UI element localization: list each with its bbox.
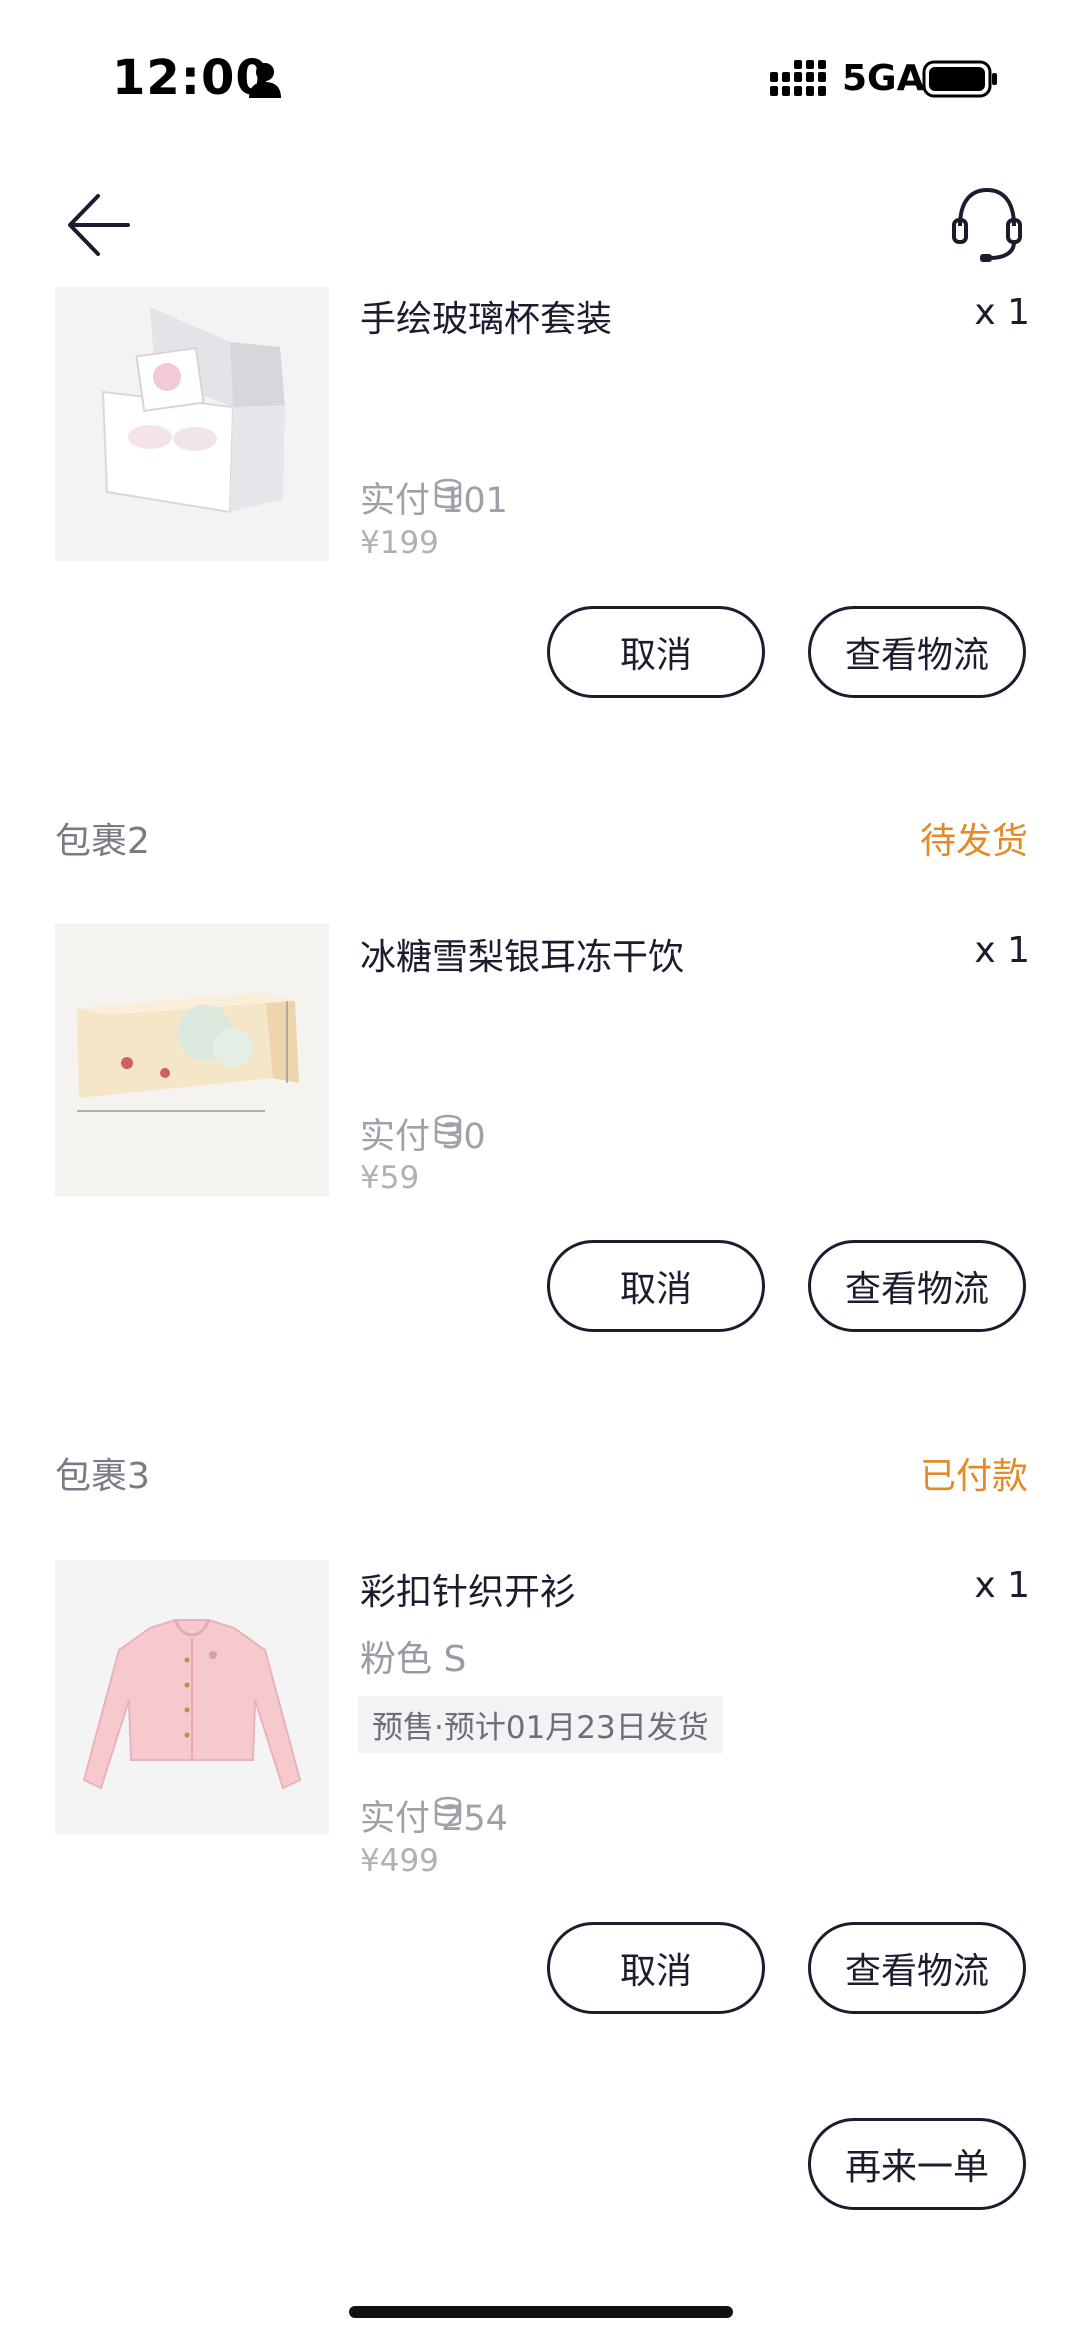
coins-icon	[434, 1114, 462, 1145]
product-title[interactable]: 手绘玻璃杯套装	[360, 290, 612, 342]
coins-icon	[434, 1796, 462, 1827]
gift-box-image	[55, 287, 329, 561]
product-variant: 粉色 S	[360, 1639, 467, 1680]
original-price: ¥59	[360, 1160, 420, 1196]
cardigan-image	[55, 1560, 329, 1834]
drink-box-image	[55, 923, 329, 1197]
battery-icon	[922, 60, 997, 98]
headset-icon[interactable]	[950, 184, 1024, 266]
product-image-cardigan[interactable]	[55, 1560, 329, 1834]
product-image-glass-cup-set[interactable]	[55, 287, 329, 561]
quantity: x 1	[974, 292, 1030, 333]
arrow-left-icon[interactable]	[62, 190, 132, 260]
view-logistics-button[interactable]: 查看物流	[808, 606, 1026, 698]
status-time: 12:00	[112, 50, 270, 106]
paid-amount: 实付 30	[360, 1117, 486, 1157]
cancel-button[interactable]: 取消	[547, 1240, 765, 1332]
product-image-drink-box[interactable]	[55, 923, 329, 1197]
network-type: 5GA	[842, 58, 925, 99]
cancel-button[interactable]: 取消	[547, 1922, 765, 2014]
reorder-button[interactable]: 再来一单	[808, 2118, 1026, 2210]
product-title[interactable]: 彩扣针织开衫	[360, 1563, 576, 1615]
quantity: x 1	[974, 1565, 1030, 1606]
view-logistics-button[interactable]: 查看物流	[808, 1240, 1026, 1332]
presale-tag: 预售·预计01月23日发货	[358, 1696, 723, 1753]
coins-icon	[434, 478, 462, 509]
original-price: ¥199	[360, 525, 439, 561]
signal-icon	[770, 60, 826, 96]
cancel-button[interactable]: 取消	[547, 606, 765, 698]
person-icon	[249, 63, 281, 98]
original-price: ¥499	[360, 1843, 439, 1879]
view-logistics-button[interactable]: 查看物流	[808, 1922, 1026, 2014]
package-label: 包裹3	[55, 1456, 150, 1497]
package-status: 已付款	[919, 1456, 1028, 1497]
quantity: x 1	[974, 930, 1030, 971]
package-label: 包裹2	[55, 821, 150, 862]
home-indicator[interactable]	[349, 2306, 733, 2318]
package-status: 待发货	[919, 821, 1028, 862]
product-title[interactable]: 冰糖雪梨银耳冻干饮	[360, 928, 684, 980]
